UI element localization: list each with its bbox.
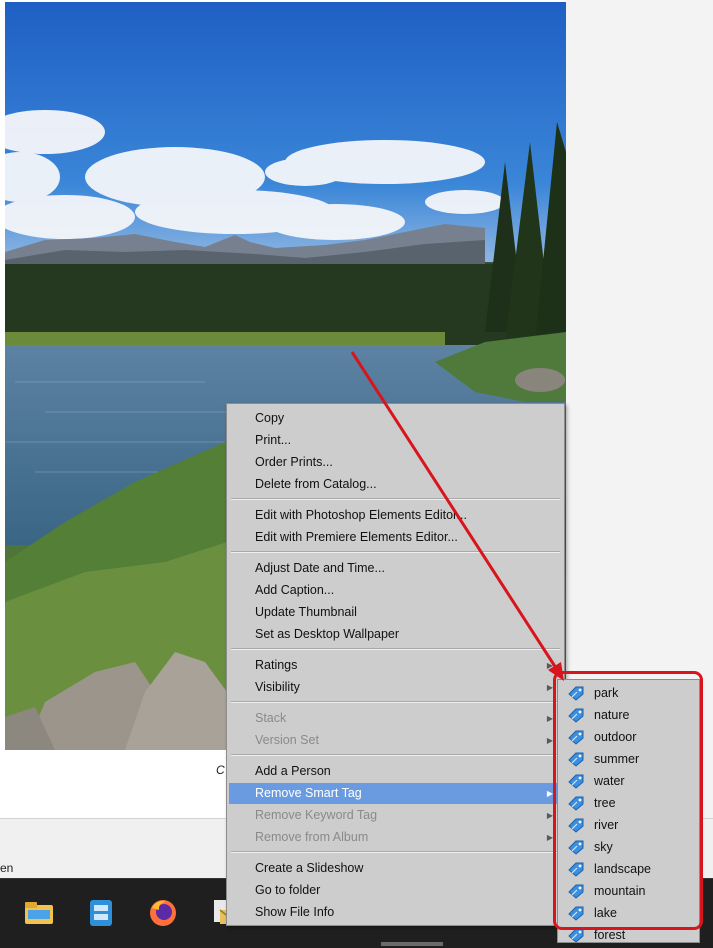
menu-item-print[interactable]: Print... <box>229 430 562 451</box>
smart-tag-label: lake <box>594 906 617 920</box>
menu-item-label: Edit with Premiere Elements Editor... <box>255 530 458 544</box>
smart-tag-icon <box>568 884 584 899</box>
submenu-arrow-icon: ▶ <box>546 833 553 842</box>
menu-item-label: Stack <box>255 711 287 725</box>
menu-item-label: Remove Smart Tag <box>255 786 362 800</box>
smart-tag-icon <box>568 730 584 745</box>
menu-separator <box>231 498 560 500</box>
menu-item-add-a-person[interactable]: Add a Person <box>229 761 562 782</box>
smart-tag-item-park[interactable]: park <box>558 682 699 704</box>
window-fragment-text: en <box>0 861 14 875</box>
menu-item-set-as-desktop-wallpaper[interactable]: Set as Desktop Wallpaper <box>229 624 562 645</box>
smart-tag-label: nature <box>594 708 630 722</box>
submenu-arrow-icon: ▶ <box>546 811 553 820</box>
menu-item-remove-smart-tag[interactable]: Remove Smart Tag ▶ <box>229 783 562 804</box>
menu-item-remove-from-album[interactable]: Remove from Album ▶ <box>229 827 562 848</box>
menu-item-create-a-slideshow[interactable]: Create a Slideshow <box>229 858 562 879</box>
smart-tag-label: mountain <box>594 884 646 898</box>
menu-item-delete-from-catalog[interactable]: Delete from Catalog... <box>229 474 562 495</box>
smart-tag-item-outdoor[interactable]: outdoor <box>558 726 699 748</box>
submenu-arrow-icon: ▶ <box>546 661 553 670</box>
menu-item-stack[interactable]: Stack ▶ <box>229 708 562 729</box>
menu-item-go-to-folder[interactable]: Go to folder <box>229 880 562 901</box>
smart-tag-item-forest[interactable]: forest <box>558 924 699 942</box>
photo-caption: C <box>216 763 225 777</box>
context-menu: Copy Print... Order Prints... Delete from C… <box>226 403 565 926</box>
menu-separator <box>231 851 560 853</box>
smart-tag-label: park <box>594 686 619 700</box>
smart-tag-icon <box>568 796 584 811</box>
smart-tag-icon <box>568 906 584 921</box>
smart-tag-item-mountain[interactable]: mountain <box>558 880 699 902</box>
menu-item-label: Version Set <box>255 733 319 747</box>
menu-item-label: Remove Keyword Tag <box>255 808 378 822</box>
menu-item-label: Go to folder <box>255 883 321 897</box>
smart-tag-submenu: park nature outdoor summer water tree river sky… <box>557 679 700 943</box>
menu-separator <box>231 701 560 703</box>
active-app-indicator <box>381 942 443 946</box>
menu-item-label: Print... <box>255 433 292 447</box>
submenu-arrow-icon: ▶ <box>546 789 553 798</box>
menu-separator <box>231 551 560 553</box>
smart-tag-icon <box>568 840 584 855</box>
submenu-arrow-icon: ▶ <box>546 714 553 723</box>
menu-separator <box>231 648 560 650</box>
smart-tag-icon <box>568 752 584 767</box>
menu-item-label: Visibility <box>255 680 300 694</box>
menu-item-label: Create a Slideshow <box>255 861 364 875</box>
smart-tag-icon <box>568 774 584 789</box>
smart-tag-label: summer <box>594 752 640 766</box>
menu-item-label: Add a Person <box>255 764 331 778</box>
smart-tag-item-water[interactable]: water <box>558 770 699 792</box>
smart-tag-icon <box>568 928 584 942</box>
submenu-arrow-icon: ▶ <box>546 683 553 692</box>
menu-item-label: Order Prints... <box>255 455 333 469</box>
smart-tag-icon <box>568 708 584 723</box>
smart-tag-item-summer[interactable]: summer <box>558 748 699 770</box>
menu-item-label: Update Thumbnail <box>255 605 357 619</box>
smart-tag-label: river <box>594 818 619 832</box>
smart-tag-label: water <box>594 774 625 788</box>
menu-item-label: Show File Info <box>255 905 335 919</box>
smart-tag-item-nature[interactable]: nature <box>558 704 699 726</box>
menu-item-label: Adjust Date and Time... <box>255 561 385 575</box>
menu-item-label: Delete from Catalog... <box>255 477 377 491</box>
menu-item-edit-with-photoshop-elements-editor[interactable]: Edit with Photoshop Elements Editor... <box>229 505 562 526</box>
menu-item-adjust-date-and-time[interactable]: Adjust Date and Time... <box>229 558 562 579</box>
smart-tag-label: sky <box>594 840 613 854</box>
smart-tag-label: outdoor <box>594 730 637 744</box>
menu-item-order-prints[interactable]: Order Prints... <box>229 452 562 473</box>
menu-item-visibility[interactable]: Visibility ▶ <box>229 677 562 698</box>
menu-item-ratings[interactable]: Ratings ▶ <box>229 655 562 676</box>
menu-item-label: Remove from Album <box>255 830 369 844</box>
submenu-arrow-icon: ▶ <box>546 736 553 745</box>
smart-tag-icon <box>568 862 584 877</box>
menu-item-update-thumbnail[interactable]: Update Thumbnail <box>229 602 562 623</box>
menu-item-version-set[interactable]: Version Set ▶ <box>229 730 562 751</box>
smart-tag-icon <box>568 818 584 833</box>
menu-item-label: Add Caption... <box>255 583 335 597</box>
smart-tag-label: forest <box>594 928 626 942</box>
menu-item-label: Edit with Photoshop Elements Editor... <box>255 508 467 522</box>
menu-item-label: Set as Desktop Wallpaper <box>255 627 400 641</box>
smart-tag-label: landscape <box>594 862 651 876</box>
smart-tag-item-river[interactable]: river <box>558 814 699 836</box>
app-icon[interactable] <box>84 896 118 930</box>
menu-item-show-file-info[interactable]: Show File Info <box>229 902 562 923</box>
smart-tag-item-tree[interactable]: tree <box>558 792 699 814</box>
menu-separator <box>231 754 560 756</box>
menu-item-label: Copy <box>255 411 285 425</box>
menu-item-label: Ratings <box>255 658 298 672</box>
smart-tag-icon <box>568 686 584 701</box>
menu-item-edit-with-premiere-elements-editor[interactable]: Edit with Premiere Elements Editor... <box>229 527 562 548</box>
firefox-icon[interactable] <box>146 896 180 930</box>
menu-item-add-caption[interactable]: Add Caption... <box>229 580 562 601</box>
menu-item-remove-keyword-tag[interactable]: Remove Keyword Tag ▶ <box>229 805 562 826</box>
smart-tag-item-landscape[interactable]: landscape <box>558 858 699 880</box>
smart-tag-item-lake[interactable]: lake <box>558 902 699 924</box>
smart-tag-label: tree <box>594 796 616 810</box>
smart-tag-item-sky[interactable]: sky <box>558 836 699 858</box>
menu-item-copy[interactable]: Copy <box>229 408 562 429</box>
file-explorer-icon[interactable] <box>22 896 56 930</box>
